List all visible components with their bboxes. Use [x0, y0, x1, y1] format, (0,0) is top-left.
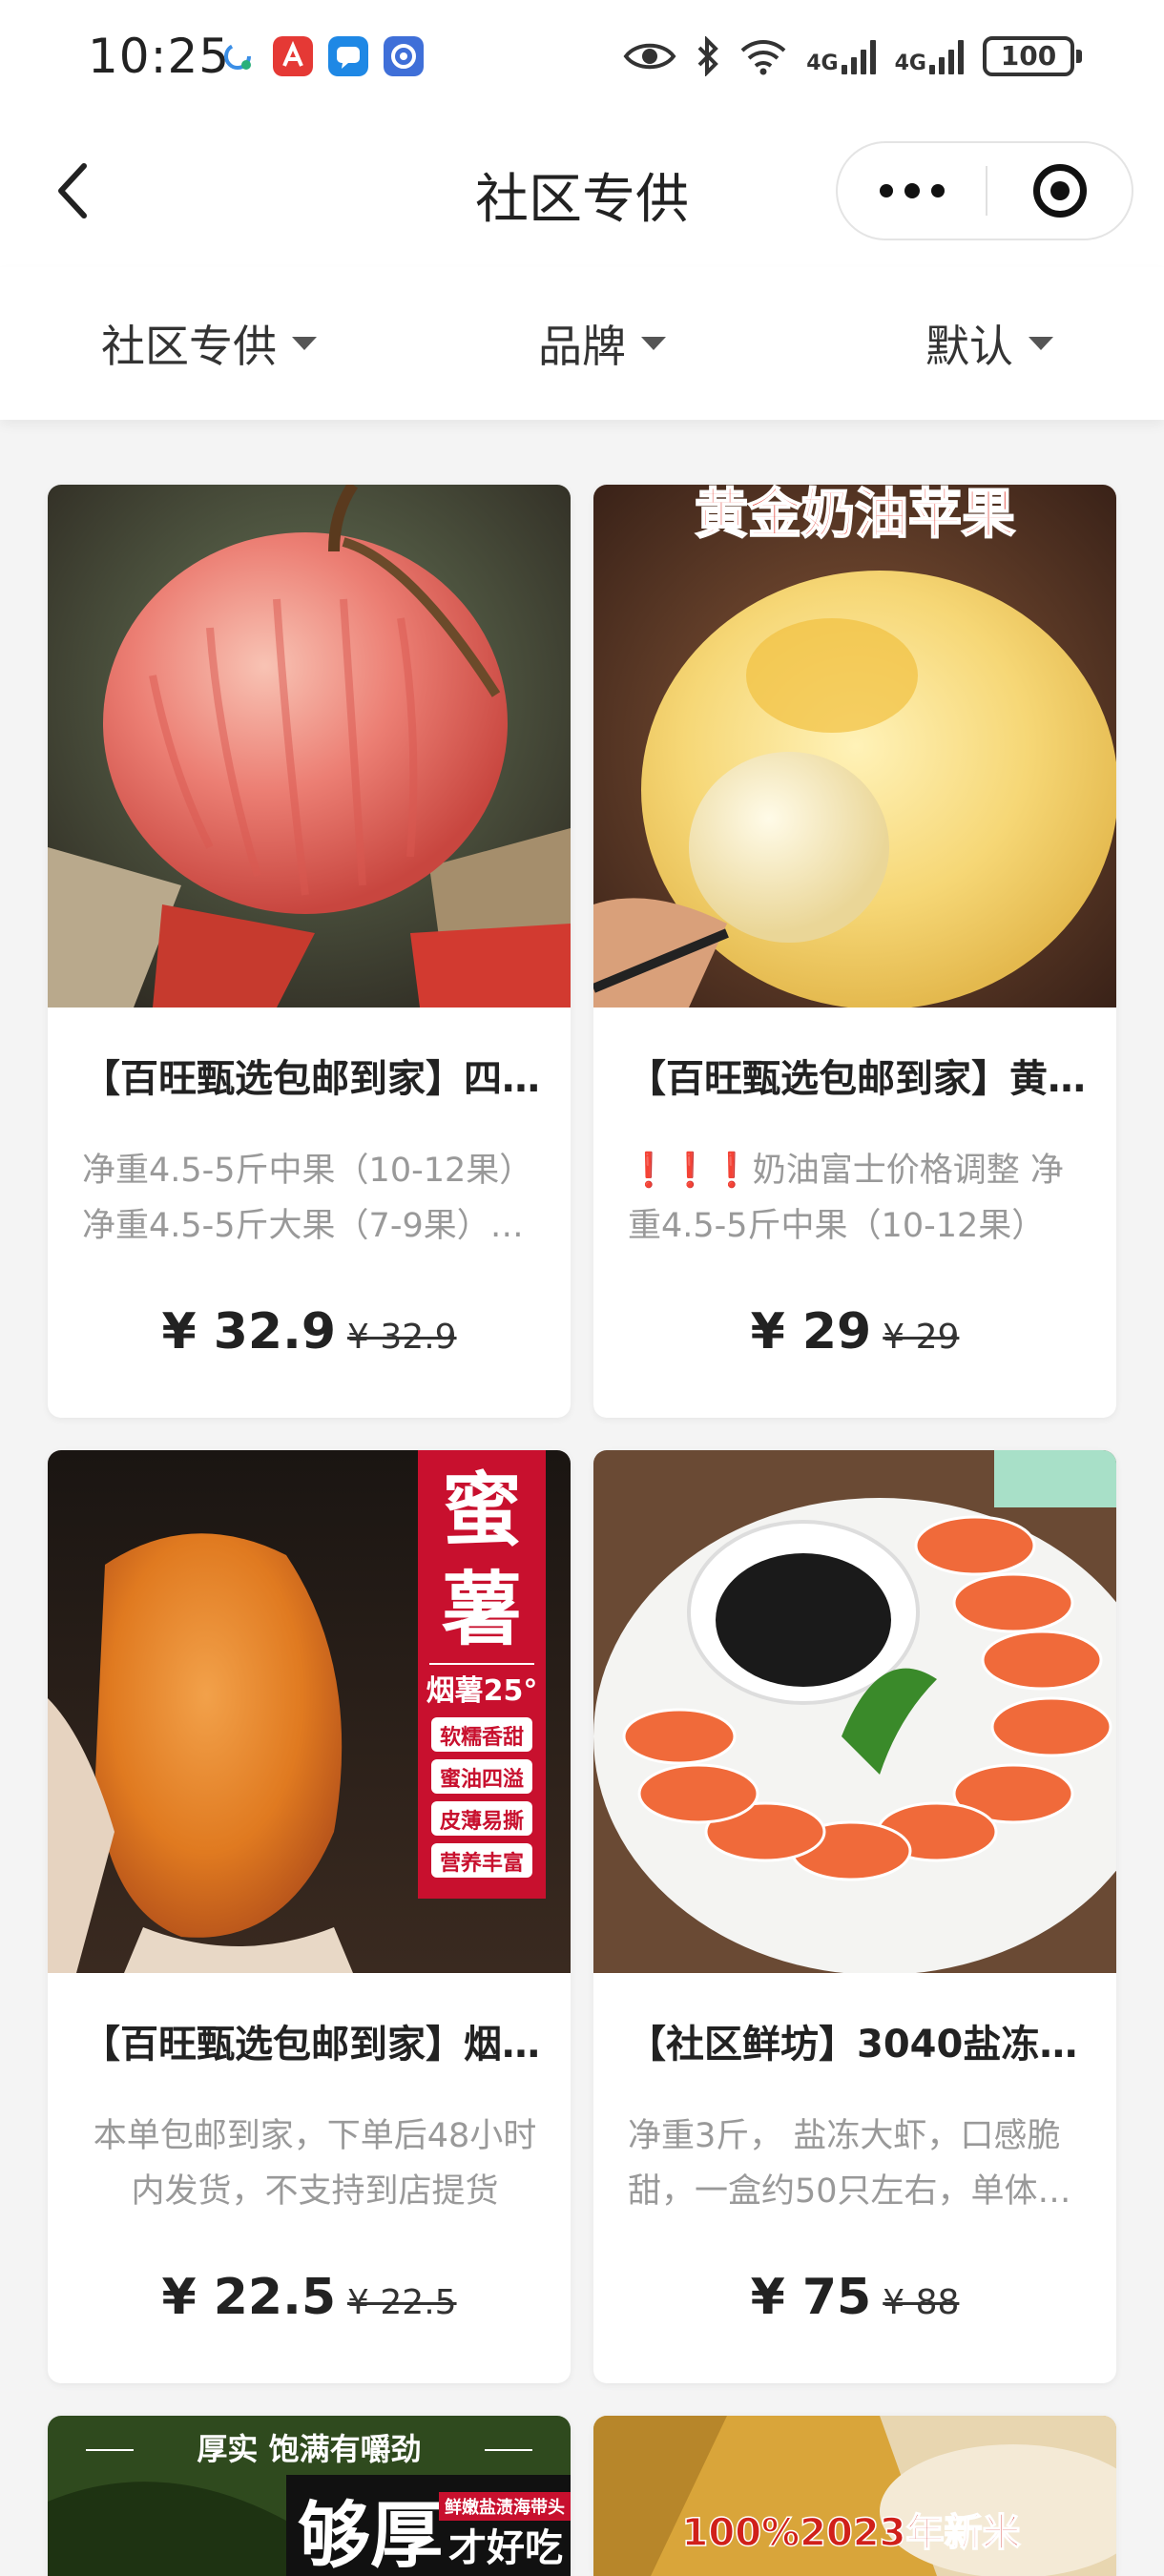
- product-card[interactable]: 【社区鲜坊】3040盐冻大虾 净重3斤， 盐冻大虾，口感脆甜，一盒约50只左右，…: [593, 1450, 1116, 2383]
- filter-bar: 社区专供 品牌 默认: [0, 267, 1164, 420]
- product-image: [593, 1450, 1116, 1973]
- mini-program-capsule: [836, 141, 1133, 240]
- capsule-divider: [986, 166, 987, 216]
- image-overlay-sub: 烟薯25°: [426, 1674, 538, 1708]
- caret-down-icon: [641, 337, 666, 350]
- network-type-label: 4G: [806, 52, 839, 75]
- status-time: 10:25: [88, 29, 231, 84]
- product-card[interactable]: 100%2023年新米: [593, 2416, 1116, 2576]
- bluetooth-icon: [697, 36, 719, 76]
- nav-bar: 社区专供: [0, 114, 1164, 267]
- status-right: 4G 4G 100: [623, 32, 1082, 80]
- image-tag: 软糯香甜: [440, 1725, 524, 1750]
- product-card[interactable]: 蜜 薯 烟薯25° 软糯香甜 蜜油四溢 皮薄易撕 营养丰富 【百旺甄选包邮到家】…: [48, 1450, 571, 2383]
- status-bar: 10:25 4G 4G 100: [0, 0, 1164, 114]
- product-image: [48, 485, 571, 1008]
- product-price: ¥ 32.9: [161, 1303, 337, 1361]
- filter-sort[interactable]: 默认: [925, 313, 1053, 374]
- caret-down-icon: [1029, 337, 1053, 350]
- image-overlay-text: 100%2023年新米: [682, 2511, 1021, 2555]
- image-tag: 营养丰富: [440, 1851, 524, 1876]
- signal-1: 4G: [806, 38, 876, 75]
- more-button[interactable]: [838, 143, 987, 239]
- filter-label: 社区专供: [101, 321, 277, 372]
- product-card[interactable]: 厚实 饱满有嚼劲 够厚 鲜嫩盐渍海带头 才好吃: [48, 2416, 571, 2576]
- product-image: 黄金奶油苹果: [593, 485, 1116, 1008]
- close-mini-program-button[interactable]: [988, 143, 1132, 239]
- image-overlay-small: 鲜嫩盐渍海带头: [445, 2497, 565, 2518]
- original-price: ¥ 29: [883, 1318, 960, 1357]
- image-tag: 蜜油四溢: [440, 1767, 524, 1792]
- image-overlay-big-2: 薯: [442, 1563, 522, 1656]
- product-price: ¥ 22.5: [161, 2269, 337, 2326]
- image-overlay-big: 够厚: [298, 2493, 443, 2576]
- price-row: ¥ 22.5 ¥ 22.5: [48, 2269, 571, 2326]
- product-image: 100%2023年新米: [593, 2416, 1116, 2576]
- product-card[interactable]: 【百旺甄选包邮到家】四川盐源丑苹果 净重4.5-5斤中果（10-12果）净重4.…: [48, 485, 571, 1418]
- product-desc: 本单包邮到家，下单后48小时内发货，不支持到店提货: [93, 2117, 537, 2211]
- image-overlay-tail: 才好吃: [448, 2526, 563, 2570]
- filter-brand[interactable]: 品牌: [538, 313, 666, 374]
- battery-icon: 100: [983, 36, 1082, 76]
- product-price: ¥ 75: [750, 2269, 872, 2326]
- message-app-icon: [328, 36, 368, 76]
- product-desc: 净重3斤， 盐冻大虾，口感脆甜，一盒约50只左右，单体…: [628, 2117, 1071, 2211]
- price-row: ¥ 75 ¥ 88: [593, 2269, 1116, 2326]
- app-a-icon: [273, 36, 313, 76]
- signal-2: 4G: [895, 38, 964, 74]
- signal-bars-icon: [841, 38, 876, 74]
- wifi-icon: [740, 40, 786, 75]
- image-overlay-text: 黄金奶油苹果: [695, 485, 1015, 546]
- filter-category[interactable]: 社区专供: [101, 313, 317, 374]
- product-desc: ❗❗❗奶油富士价格调整 净重4.5-5斤中果（10-12果）净…: [628, 1152, 1064, 1245]
- filter-label: 品牌: [538, 321, 626, 372]
- network-type-label: 4G: [894, 52, 926, 75]
- target-icon: [1033, 164, 1087, 218]
- price-row: ¥ 32.9 ¥ 32.9: [48, 1303, 571, 1361]
- price-row: ¥ 29 ¥ 29: [593, 1303, 1116, 1361]
- product-title: 【社区鲜坊】3040盐冻大虾: [628, 2023, 1093, 2067]
- product-title: 【百旺甄选包邮到家】烟薯25蜜薯: [82, 2023, 548, 2067]
- product-card[interactable]: 黄金奶油苹果 【百旺甄选包邮到家】黄金奶油苹果 ❗❗❗奶油富士价格调整 净重4.…: [593, 485, 1116, 1418]
- product-title: 【百旺甄选包邮到家】四川盐源丑苹果: [82, 1057, 548, 1101]
- filter-label: 默认: [925, 321, 1013, 372]
- image-tag: 皮薄易撕: [440, 1809, 524, 1834]
- sync-icon: [224, 43, 251, 70]
- image-overlay-top: 厚实 饱满有嚼劲: [197, 2431, 421, 2467]
- product-image: 蜜 薯 烟薯25° 软糯香甜 蜜油四溢 皮薄易撕 营养丰富: [48, 1450, 571, 1973]
- caret-down-icon: [292, 337, 317, 350]
- back-button[interactable]: [38, 153, 105, 229]
- original-price: ¥ 22.5: [347, 2283, 457, 2322]
- original-price: ¥ 88: [883, 2283, 960, 2322]
- eye-icon: [623, 43, 676, 70]
- image-overlay-big-1: 蜜: [442, 1464, 522, 1557]
- product-desc: 净重4.5-5斤中果（10-12果）净重4.5-5斤大果（7-9果）…: [82, 1152, 533, 1245]
- product-title: 【百旺甄选包邮到家】黄金奶油苹果: [628, 1057, 1093, 1101]
- signal-bars-icon: [929, 38, 964, 74]
- product-price: ¥ 29: [750, 1303, 872, 1361]
- product-image: 厚实 饱满有嚼劲 够厚 鲜嫩盐渍海带头 才好吃: [48, 2416, 571, 2576]
- original-price: ¥ 32.9: [347, 1318, 457, 1357]
- compass-app-icon: [384, 36, 424, 76]
